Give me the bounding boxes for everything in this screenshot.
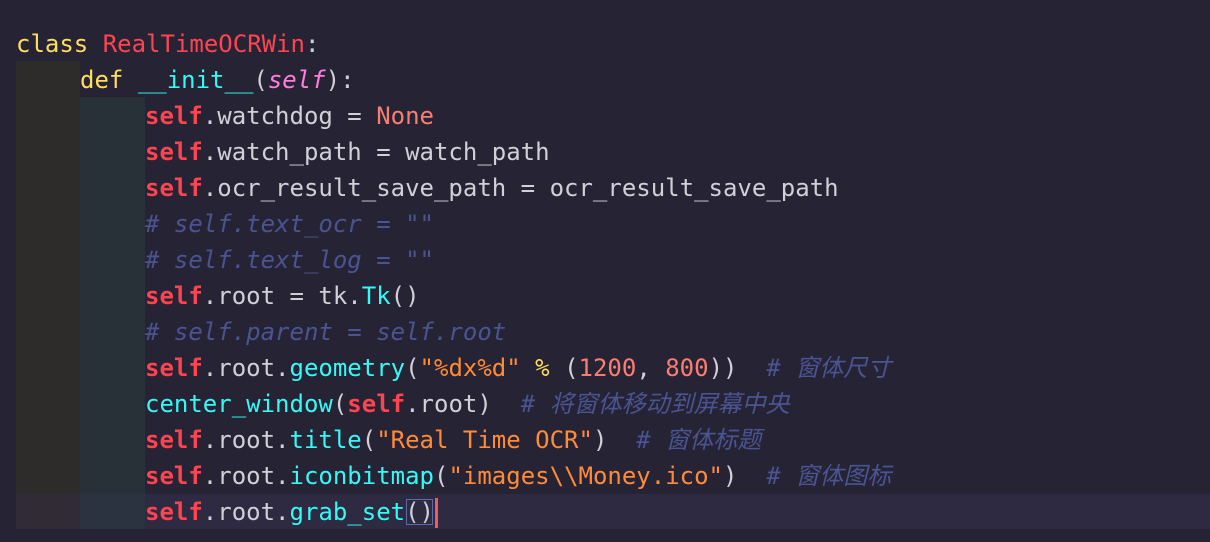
operator: % <box>520 354 565 382</box>
none-literal: None <box>376 102 434 130</box>
text-cursor <box>435 498 438 528</box>
code-line-14[interactable]: self.root.grab_set() <box>145 494 438 530</box>
punct: : <box>305 30 320 58</box>
self-keyword: self <box>145 426 203 454</box>
comment: # 窗体图标 <box>737 462 892 490</box>
self-keyword: self <box>145 102 203 130</box>
code-text: .root. <box>202 462 290 490</box>
method-call: Tk <box>361 282 391 310</box>
punct: ( <box>434 462 449 490</box>
number-literal: 1200 <box>578 354 637 382</box>
punct: ( <box>405 354 420 382</box>
self-keyword: self <box>145 282 203 310</box>
code-text: .root) <box>405 390 492 418</box>
punct: ( <box>332 390 348 418</box>
code-text: .watch_path = watch_path <box>202 138 550 166</box>
punct: )) <box>708 354 738 382</box>
matched-brackets: () <box>405 498 434 526</box>
code-line-5[interactable]: self.ocr_result_save_path = ocr_result_s… <box>145 170 839 206</box>
code-text: .root. <box>202 426 290 454</box>
code-line-7[interactable]: # self.text_log = "" <box>145 242 434 278</box>
code-text: .root = tk. <box>202 282 362 310</box>
indent-guide-level-1 <box>16 61 80 529</box>
code-line-8[interactable]: self.root = tk.Tk() <box>145 278 420 314</box>
code-line-3[interactable]: self.watchdog = None <box>145 98 434 134</box>
keyword-class: class <box>16 30 89 58</box>
code-line-9[interactable]: # self.parent = self.root <box>145 314 506 350</box>
code-text: .watchdog = <box>202 102 377 130</box>
current-line-guide-2 <box>80 494 145 529</box>
comment: # self.text_log = "" <box>145 246 434 274</box>
class-name: RealTimeOCRWin <box>102 30 305 58</box>
number-literal: 800 <box>665 354 709 382</box>
self-keyword: self <box>145 354 203 382</box>
code-text: .root. <box>202 354 290 382</box>
punct: ( <box>564 354 579 382</box>
keyword-def: def <box>80 66 124 94</box>
self-keyword: self <box>145 174 203 202</box>
comment: # 窗体尺寸 <box>737 354 892 382</box>
string-literal: "images\\Money.ico" <box>448 462 723 490</box>
current-line-guide-1 <box>16 494 80 529</box>
self-keyword: self <box>145 462 203 490</box>
punct: ): <box>325 66 355 94</box>
self-keyword: self <box>347 390 406 418</box>
method-call: title <box>289 426 362 454</box>
code-line-2[interactable]: def __init__(self): <box>80 62 355 98</box>
punct: () <box>390 282 420 310</box>
comment: # 窗体标题 <box>607 426 762 454</box>
method-call: grab_set <box>289 498 406 526</box>
string-literal: "Real Time OCR" <box>376 426 593 454</box>
code-text: .ocr_result_save_path = ocr_result_save_… <box>202 174 839 202</box>
comment: # 将窗体移动到屏幕中央 <box>491 390 790 418</box>
code-editor[interactable]: class RealTimeOCRWin: def __init__(self)… <box>0 0 1210 542</box>
code-line-10[interactable]: self.root.geometry("%dx%d" % (1200, 800)… <box>145 350 891 386</box>
code-line-1[interactable]: class RealTimeOCRWin: <box>16 26 319 62</box>
indent-guide-level-2 <box>80 97 145 529</box>
method-call: geometry <box>289 354 406 382</box>
method-call: iconbitmap <box>289 462 435 490</box>
code-line-6[interactable]: # self.text_ocr = "" <box>145 206 434 242</box>
comment: # self.parent = self.root <box>145 318 507 346</box>
self-keyword: self <box>145 138 203 166</box>
function-call: center_window <box>145 390 333 418</box>
punct: ) <box>723 462 738 490</box>
self-keyword: self <box>145 498 203 526</box>
comment: # self.text_ocr = "" <box>145 210 434 238</box>
punct: ( <box>361 426 377 454</box>
punct: ) <box>592 426 608 454</box>
punct: ( <box>253 66 268 94</box>
code-text: .root. <box>202 498 290 526</box>
code-line-11[interactable]: center_window(self.root) # 将窗体移动到屏幕中央 <box>145 386 790 422</box>
self-param: self <box>267 66 326 94</box>
code-line-13[interactable]: self.root.iconbitmap("images\\Money.ico"… <box>145 458 891 494</box>
code-line-4[interactable]: self.watch_path = watch_path <box>145 134 550 170</box>
code-line-12[interactable]: self.root.title("Real Time OCR") # 窗体标题 <box>145 422 761 458</box>
punct: , <box>636 354 666 382</box>
function-name: __init__ <box>137 66 254 94</box>
string-literal: "%dx%d" <box>419 354 521 382</box>
